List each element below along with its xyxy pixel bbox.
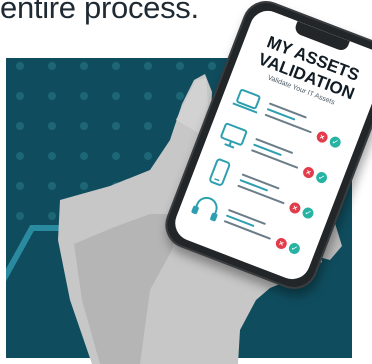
monitor-icon: [220, 122, 248, 149]
check-icon: ✓: [300, 205, 316, 221]
check-icon: ✓: [328, 134, 343, 150]
close-icon: ×: [274, 236, 289, 251]
close-icon: ×: [287, 200, 303, 216]
smartphone-icon: [209, 158, 231, 186]
laptop-icon: [232, 89, 261, 114]
check-icon: ✓: [314, 170, 329, 185]
close-icon: ×: [315, 129, 330, 145]
close-icon: ×: [301, 165, 316, 180]
check-icon: ✓: [287, 241, 302, 256]
headphones-icon: [191, 196, 218, 222]
